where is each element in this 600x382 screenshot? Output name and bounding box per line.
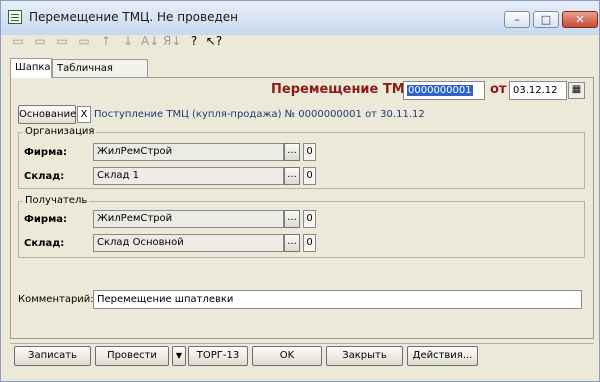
recipient-warehouse-select-button[interactable]: ... [284,234,300,252]
basis-button[interactable]: Основание [18,105,76,124]
recipient-firm-clear-button[interactable]: 0 [303,210,316,228]
date-label: от [490,82,507,97]
help-icon[interactable]: ? [185,32,203,50]
org-firm-select-button[interactable]: ... [284,143,300,161]
comment-label: Комментарий: [18,294,94,305]
document-number-value: 0000000001 [407,85,473,96]
recipient-firm-select-button[interactable]: ... [284,210,300,228]
document-window: Перемещение ТМЦ. Не проведен – □ ✕ ▭ ▭ ▭… [0,0,600,382]
minimize-button[interactable]: – [504,11,530,28]
org-warehouse-label: Склад: [24,171,65,182]
move-up-icon[interactable]: ↑ [97,32,115,50]
recipient-firm-field[interactable]: ЖилРемСтрой [93,210,284,228]
org-warehouse-field[interactable]: Склад 1 [93,167,284,185]
clear-basis-button[interactable]: X [77,106,91,123]
bottom-divider [10,343,594,344]
add-row-icon[interactable]: ▭ [31,32,49,50]
calendar-icon[interactable]: ▦ [568,82,585,99]
sort-ascending-icon[interactable]: A↓ [141,32,159,50]
org-firm-clear-button[interactable]: 0 [303,143,316,161]
sort-descending-icon[interactable]: Я↓ [163,32,181,50]
post-button[interactable]: Провести [95,346,169,366]
org-warehouse-select-button[interactable]: ... [284,167,300,185]
org-firm-field[interactable]: ЖилРемСтрой [93,143,284,161]
document-number-field[interactable]: 0000000001 [403,81,485,100]
org-warehouse-clear-button[interactable]: 0 [303,167,316,185]
move-down-icon[interactable]: ↓ [119,32,137,50]
recipient-warehouse-field[interactable]: Склад Основной [93,234,284,252]
save-button[interactable]: Записать [14,346,91,366]
torg13-button[interactable]: ТОРГ-13 [188,346,248,366]
recipient-warehouse-label: Склад: [24,238,65,249]
date-field[interactable]: 03.12.12 [509,81,567,100]
ok-button[interactable]: OK [252,346,322,366]
tab-table-part[interactable]: Табличная часть [52,59,148,91]
recipient-group-title: Получатель [23,195,90,206]
context-help-icon[interactable]: ↖? [205,32,223,50]
comment-field[interactable]: Перемещение шпатлевки [93,290,582,309]
maximize-button[interactable]: □ [533,11,559,28]
close-window-button[interactable]: ✕ [562,11,598,28]
actions-button[interactable]: Действия... [407,346,478,366]
org-firm-label: Фирма: [24,147,68,158]
title-bar: Перемещение ТМЦ. Не проведен – □ ✕ [1,1,599,35]
edit-row-icon[interactable]: ▭ [75,32,93,50]
recipient-firm-label: Фирма: [24,214,68,225]
document-icon [8,10,22,24]
organization-group-title: Организация [23,126,97,137]
new-row-icon[interactable]: ▭ [9,32,27,50]
basis-document-link[interactable]: Поступление ТМЦ (купля-продажа) № 000000… [94,109,425,120]
delete-row-icon[interactable]: ▭ [53,32,71,50]
print-menu-arrow-icon[interactable]: ▼ [172,346,186,366]
tab-header[interactable]: Шапка [10,58,52,78]
window-title: Перемещение ТМЦ. Не проведен [29,10,239,24]
close-button[interactable]: Закрыть [326,346,403,366]
recipient-warehouse-clear-button[interactable]: 0 [303,234,316,252]
